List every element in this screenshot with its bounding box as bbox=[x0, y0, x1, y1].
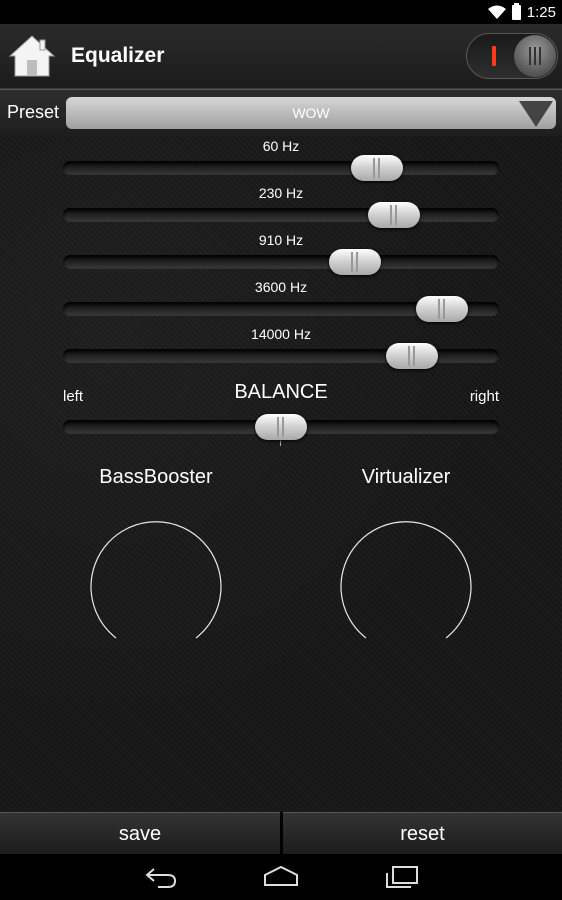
home-icon[interactable] bbox=[8, 32, 56, 80]
action-bar: Equalizer bbox=[0, 24, 562, 89]
band-slider-thumb[interactable] bbox=[329, 249, 382, 275]
navigation-bar bbox=[0, 855, 562, 900]
power-toggle[interactable] bbox=[466, 33, 558, 79]
battery-icon bbox=[511, 2, 521, 20]
band-slider-thumb[interactable] bbox=[350, 155, 403, 181]
band-slider-track[interactable] bbox=[63, 161, 499, 175]
balance-right-label: right bbox=[469, 388, 499, 405]
equalizer-panel: 60 Hz 230 Hz 910 Hz 3600 Hz 14000 Hz left BA… bbox=[0, 136, 562, 812]
balance-slider-thumb[interactable] bbox=[255, 414, 307, 440]
bassbooster-label: BassBooster bbox=[99, 466, 213, 488]
virtualizer-label: Virtualizer bbox=[361, 466, 451, 488]
power-on-indicator bbox=[492, 46, 496, 66]
preset-dropdown[interactable]: WOW bbox=[66, 97, 556, 129]
status-bar: 1:25 bbox=[0, 0, 562, 24]
band-label: 3600 Hz bbox=[254, 279, 308, 295]
dropdown-arrow-icon bbox=[519, 101, 553, 127]
bottom-button-bar: save reset bbox=[0, 812, 562, 855]
virtualizer-knob[interactable] bbox=[340, 517, 472, 649]
preset-value: WOW bbox=[292, 105, 330, 121]
reset-button[interactable]: reset bbox=[283, 812, 562, 854]
clock: 1:25 bbox=[526, 3, 556, 21]
band-label: 910 Hz bbox=[258, 232, 304, 248]
band-slider-track[interactable] bbox=[63, 208, 499, 222]
band-label: 230 Hz bbox=[258, 185, 304, 201]
band-label: 14000 Hz bbox=[251, 326, 311, 342]
wifi-icon bbox=[487, 5, 506, 19]
home-nav-icon[interactable] bbox=[263, 865, 299, 889]
band-slider-track[interactable] bbox=[63, 255, 499, 269]
preset-label: Preset bbox=[7, 102, 60, 122]
band-slider-thumb[interactable] bbox=[385, 343, 438, 369]
app-title: Equalizer bbox=[71, 44, 165, 67]
band-slider-thumb[interactable] bbox=[416, 296, 469, 322]
preset-row: Preset WOW bbox=[0, 89, 562, 137]
band-slider-thumb[interactable] bbox=[368, 202, 421, 228]
recents-icon[interactable] bbox=[385, 865, 419, 889]
back-icon[interactable] bbox=[144, 865, 178, 889]
band-label: 60 Hz bbox=[262, 138, 300, 154]
toggle-knob[interactable] bbox=[514, 35, 556, 77]
bassbooster-knob[interactable] bbox=[90, 517, 222, 649]
save-button[interactable]: save bbox=[0, 812, 280, 854]
